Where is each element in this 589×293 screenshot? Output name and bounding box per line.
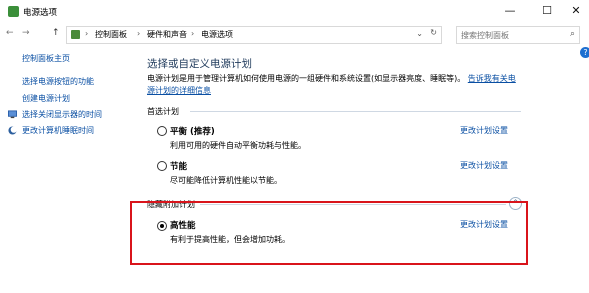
refresh-icon[interactable]: ↻ — [430, 28, 437, 37]
plan-radio-saver[interactable] — [157, 161, 167, 171]
sidebar-item-display-off[interactable]: 选择关闭显示器的时间 — [22, 109, 102, 120]
moon-icon — [8, 126, 17, 135]
highlight-box — [130, 201, 528, 265]
title-bar: 电源选项 — ☐ ✕ — [0, 0, 589, 24]
sidebar-item-home[interactable]: 控制面板主页 — [22, 53, 70, 64]
breadcrumb-hardware-sound[interactable]: 硬件和声音 — [147, 29, 187, 40]
change-plan-link-saver[interactable]: 更改计划设置 — [460, 160, 508, 171]
search-box: ⌕ — [456, 26, 580, 44]
window-title: 电源选项 — [23, 8, 58, 18]
power-options-icon — [8, 6, 19, 17]
change-plan-link-balanced[interactable]: 更改计划设置 — [460, 125, 508, 136]
display-icon — [8, 110, 17, 119]
divider — [190, 111, 521, 112]
plan-name-saver[interactable]: 节能 — [170, 160, 187, 172]
breadcrumb[interactable]: › 控制面板 › 硬件和声音 › 电源选项 ⌄ ↻ — [66, 26, 442, 44]
group-label-preferred: 首选计划 — [147, 107, 179, 116]
plan-name-balanced[interactable]: 平衡 (推荐) — [170, 125, 215, 137]
description-text: 电源计划是用于管理计算机如何使用电源的一组硬件和系统设置(如显示器亮度、睡眠等)… — [147, 74, 466, 83]
breadcrumb-separator: › — [137, 29, 141, 38]
back-arrow-icon[interactable]: ← — [6, 28, 14, 38]
page-description: 电源计划是用于管理计算机如何使用电源的一组硬件和系统设置(如显示器亮度、睡眠等)… — [147, 73, 517, 97]
plan-radio-balanced[interactable] — [157, 126, 167, 136]
breadcrumb-power-options[interactable]: 电源选项 — [201, 29, 233, 40]
breadcrumb-separator: › — [85, 29, 89, 38]
address-bar: ← → ↑ › 控制面板 › 硬件和声音 › 电源选项 ⌄ ↻ ⌕ — [0, 24, 589, 44]
control-panel-icon — [71, 30, 80, 39]
page-title: 选择或自定义电源计划 — [147, 58, 252, 70]
sidebar-item-power-button[interactable]: 选择电源按钮的功能 — [22, 76, 94, 87]
search-input[interactable] — [457, 27, 563, 43]
breadcrumb-control-panel[interactable]: 控制面板 — [95, 29, 127, 40]
help-icon[interactable]: ? — [580, 47, 589, 58]
plan-desc-saver: 尽可能降低计算机性能以节能。 — [170, 176, 282, 185]
maximize-button[interactable]: ☐ — [533, 2, 561, 20]
plan-desc-balanced: 利用可用的硬件自动平衡功耗与性能。 — [170, 141, 306, 150]
up-arrow-icon[interactable]: ↑ — [52, 28, 60, 38]
minimize-button[interactable]: — — [496, 2, 524, 20]
chevron-down-icon[interactable]: ⌄ — [416, 29, 423, 38]
sidebar-item-sleep[interactable]: 更改计算机睡眠时间 — [22, 125, 94, 136]
breadcrumb-separator: › — [191, 29, 195, 38]
close-button[interactable]: ✕ — [562, 2, 589, 20]
sidebar-item-create-plan[interactable]: 创建电源计划 — [22, 93, 70, 104]
search-icon[interactable]: ⌕ — [570, 29, 575, 39]
forward-arrow-icon[interactable]: → — [22, 28, 30, 38]
